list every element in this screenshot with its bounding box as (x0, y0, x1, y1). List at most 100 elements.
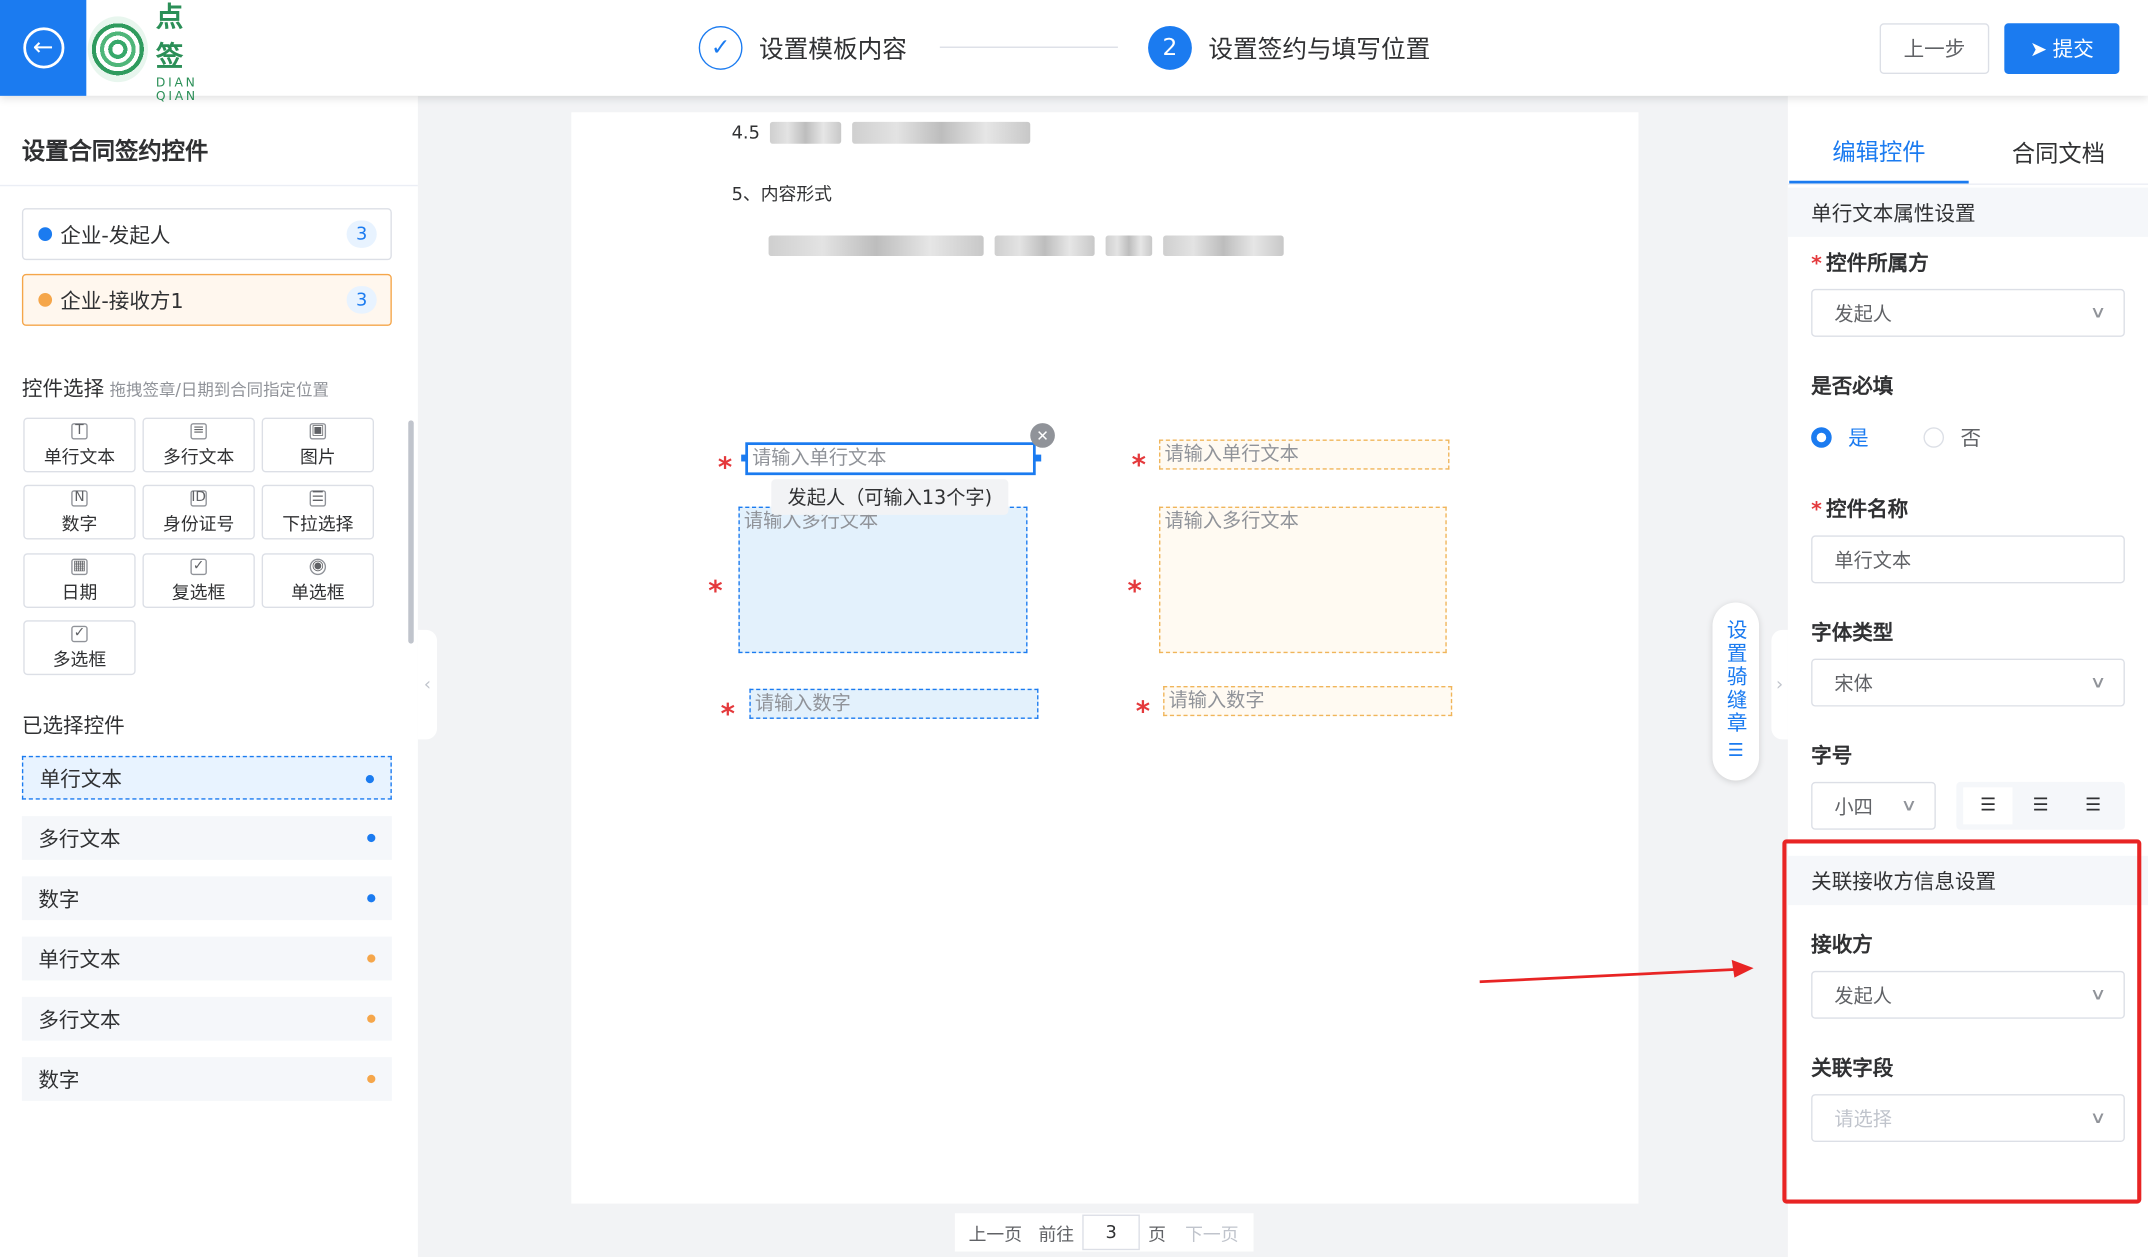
collapse-left-button[interactable]: ‹ (417, 629, 438, 740)
goto-label: 前往 (1038, 1224, 1075, 1246)
party-dot (367, 894, 376, 903)
party-initiator[interactable]: 企业-发起人 3 (21, 208, 392, 261)
doc-heading: 5、内容形式 (731, 184, 832, 206)
selected-item[interactable]: 数字 (21, 1057, 392, 1101)
selected-item-label: 单行文本 (39, 766, 122, 791)
number-field-receiver[interactable]: 请输入数字 (1163, 686, 1453, 717)
submit-label: 提交 (2052, 36, 2094, 62)
radio-icon: ◉ (309, 557, 327, 575)
multi-text-field-initiator[interactable]: 请输入多行文本 (738, 506, 1028, 654)
control-number[interactable]: N 数字 (23, 484, 136, 540)
control-dropdown[interactable]: ☰ 下拉选择 (261, 484, 375, 540)
selected-item[interactable]: 单行文本 (21, 755, 392, 800)
logo-en: DIAN QIAN (155, 76, 198, 105)
align-right-icon[interactable]: ☰ (2068, 787, 2117, 824)
previous-step-button[interactable]: 上一步 (1879, 23, 1990, 74)
radio-yes[interactable] (1811, 427, 1832, 448)
required-star: * (1135, 694, 1151, 728)
selected-item[interactable]: 多行文本 (21, 816, 392, 860)
section-header: 单行文本属性设置 (1787, 187, 2148, 237)
control-label: 单行文本 (43, 447, 116, 468)
control-image[interactable]: ▣ 图片 (261, 417, 375, 473)
single-text-field-receiver[interactable]: 请输入单行文本 (1159, 439, 1450, 470)
radio-no[interactable] (1923, 427, 1945, 448)
checkbox-icon: ✓ (190, 557, 207, 575)
chevron-down-icon: ∨ (2089, 672, 2107, 692)
submit-button[interactable]: ➤ 提交 (2004, 23, 2120, 74)
id-card-icon: ID (190, 489, 207, 506)
fingerprint-logo-icon (87, 16, 148, 83)
owner-select[interactable]: 发起人 ∨ (1811, 288, 2125, 337)
selected-controls-title: 已选择控件 (21, 713, 125, 739)
number-field-initiator[interactable]: 请输入数字 (749, 688, 1039, 719)
chevron-down-icon: ∨ (1900, 795, 1918, 815)
party-count-badge: 3 (346, 220, 377, 248)
control-multi-select[interactable]: ✓ 多选框 (23, 620, 136, 676)
selected-item-label: 多行文本 (38, 1007, 121, 1032)
align-center-icon[interactable]: ☰ (2016, 787, 2065, 824)
checkbox-icon: ✓ (71, 625, 88, 642)
align-left-icon[interactable]: ☰ (1963, 787, 2013, 825)
radio-yes-label[interactable]: 是 (1848, 423, 1869, 452)
scrollbar[interactable] (408, 420, 414, 644)
page-input[interactable]: 3 (1082, 1214, 1140, 1251)
control-name-label: * 控件名称 (1811, 497, 1909, 522)
control-single-text[interactable]: T 单行文本 (23, 417, 136, 473)
step-1: ✓ 设置模板内容 (698, 26, 907, 70)
control-label: 单选框 (291, 582, 345, 604)
logo-cn: 点 签 (155, 0, 192, 73)
selected-item-label: 单行文本 (38, 946, 121, 972)
required-star: * (720, 696, 735, 730)
font-size-label: 字号 (1811, 743, 1853, 769)
divider (0, 184, 418, 187)
control-label: 多选框 (52, 649, 107, 671)
blurred-text (768, 235, 984, 257)
multi-text-field-receiver[interactable]: 请输入多行文本 (1159, 506, 1447, 654)
font-type-select[interactable]: 宋体 ∨ (1811, 658, 2125, 707)
divider (1787, 183, 2148, 185)
party-dot (367, 833, 376, 843)
party-receiver[interactable]: 企业-接收方1 3 (21, 273, 392, 326)
control-id-number[interactable]: ID 身份证号 (142, 484, 255, 540)
control-label: 多行文本 (163, 447, 235, 468)
tab-contract-doc[interactable]: 合同文档 (1969, 118, 2148, 184)
control-name-input[interactable]: 单行文本 (1811, 535, 2125, 584)
check-icon: ✓ (698, 26, 743, 70)
font-size-select[interactable]: 小四 ∨ (1811, 781, 1936, 830)
tab-edit-control[interactable]: 编辑控件 (1789, 118, 1969, 184)
party-name: 企业-发起人 (60, 222, 171, 248)
owner-label-text: 控件所属方 (1826, 250, 1929, 276)
control-radio[interactable]: ◉ 单选框 (261, 553, 375, 608)
collapse-right-button[interactable]: › (1771, 629, 1788, 740)
required-star: * (717, 450, 733, 484)
selected-item[interactable]: 单行文本 (21, 936, 392, 981)
party-dot (38, 293, 53, 307)
resize-handle[interactable] (741, 454, 749, 462)
chevron-right-icon: › (1776, 674, 1784, 695)
highlight-box (1782, 839, 2142, 1204)
blurred-text (852, 121, 1031, 144)
next-page-button[interactable]: 下一页 (1185, 1219, 1238, 1246)
controls-title: 控件选择 拖拽签章/日期到合同指定位置 (22, 374, 329, 403)
control-multi-text[interactable]: ≡ 多行文本 (142, 417, 255, 473)
control-label: 数字 (61, 514, 98, 535)
calendar-icon: ▦ (71, 557, 88, 575)
left-panel-title: 设置合同签约控件 (21, 138, 209, 166)
blurred-text (994, 235, 1095, 257)
radio-no-label[interactable]: 否 (1960, 423, 1981, 452)
back-button[interactable]: ← (0, 0, 87, 96)
resize-handle[interactable] (1034, 454, 1042, 462)
annotation-arrow (1479, 959, 1754, 984)
close-icon[interactable]: ✕ (1030, 423, 1055, 448)
control-date[interactable]: ▦ 日期 (23, 553, 136, 608)
control-checkbox[interactable]: ✓ 复选框 (142, 553, 255, 608)
selected-item[interactable]: 数字 (21, 876, 392, 921)
blurred-text (1163, 235, 1284, 257)
owner-label: * 控件所属方 (1811, 250, 1929, 276)
selected-item-label: 数字 (38, 1067, 80, 1093)
selected-item[interactable]: 多行文本 (21, 996, 392, 1041)
single-text-field-initiator[interactable]: 请输入单行文本 (745, 442, 1036, 476)
owner-value: 发起人 (1834, 303, 1892, 326)
riding-seam-button[interactable]: 设置骑缝章 ☰ (1712, 602, 1760, 781)
prev-page-button[interactable]: 上一页 (969, 1219, 1022, 1246)
